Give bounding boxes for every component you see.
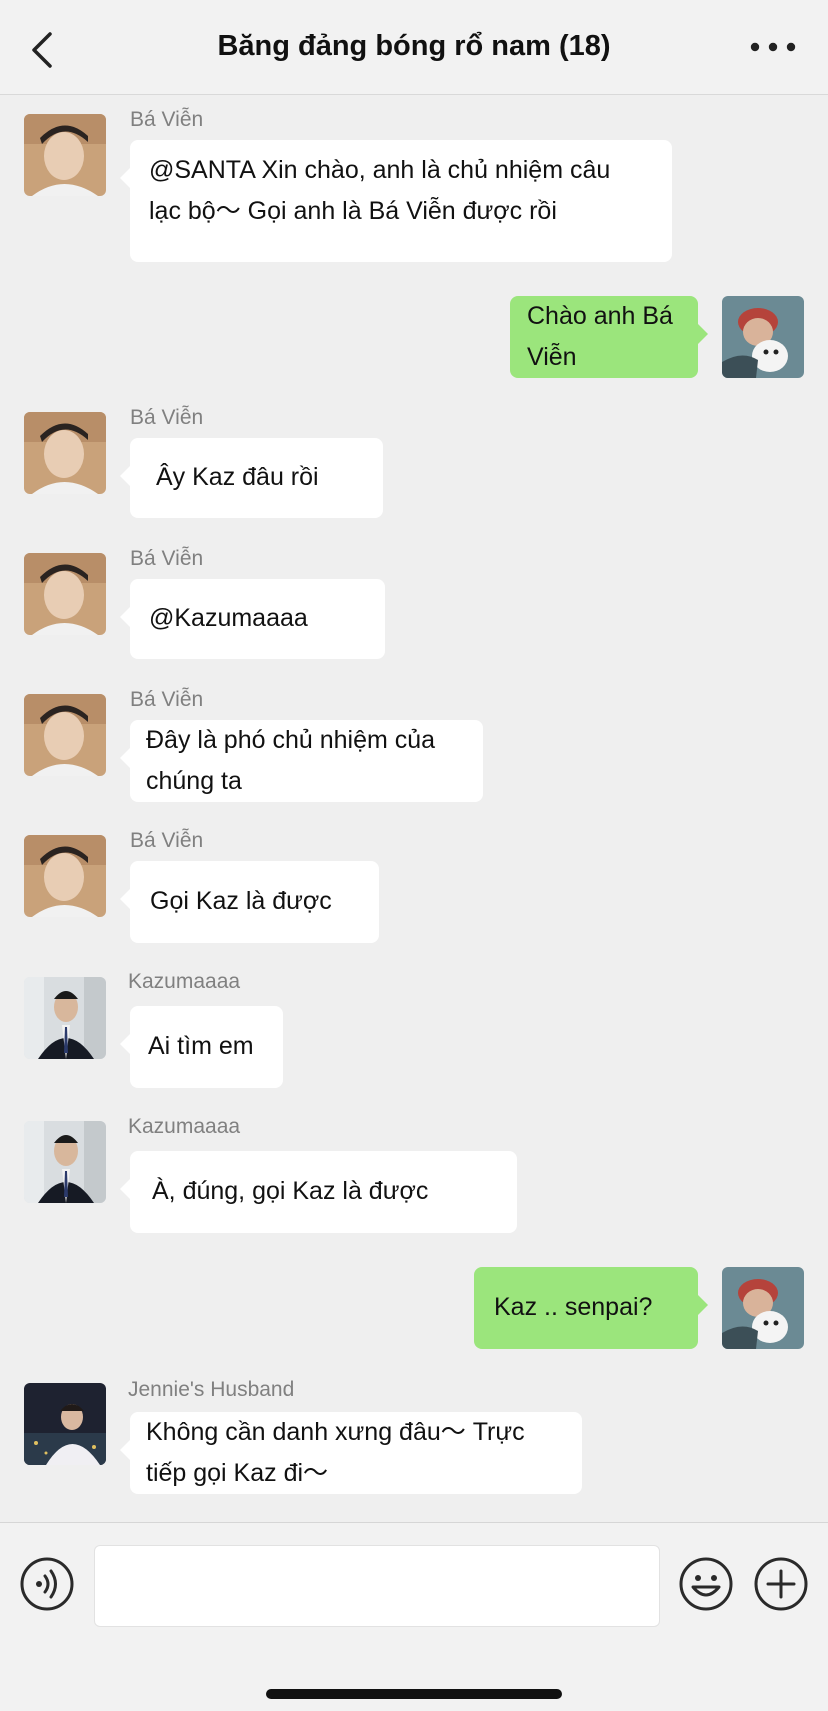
message-bubble[interactable]: Kaz .. senpai?: [474, 1267, 708, 1349]
message-text-line: Không cần danh xưng đâu〜 Trực: [146, 1418, 525, 1446]
message-text-line: À, đúng, gọi Kaz là được: [152, 1177, 429, 1205]
avatar[interactable]: [24, 553, 106, 635]
avatar[interactable]: [24, 977, 106, 1059]
sender-name: Jennie's Husband: [128, 1378, 295, 1401]
emoji-icon[interactable]: [677, 1555, 735, 1613]
ellipsis-icon[interactable]: [748, 40, 798, 54]
message-text-line: Viễn: [527, 343, 577, 371]
message-text-line: @SANTA Xin chào, anh là chủ nhiệm câu: [149, 156, 611, 184]
message-row: Kazumaaaa Ai tìm em: [0, 970, 828, 1088]
avatar[interactable]: [24, 1383, 106, 1465]
message-row: Bá Viễn @Kazumaaaa: [0, 547, 828, 661]
message-row: Kaz .. senpai?: [0, 1267, 828, 1349]
message-bubble[interactable]: Ai tìm em: [120, 1006, 283, 1088]
message-bubble[interactable]: Gọi Kaz là được: [120, 861, 379, 943]
chat-title: Băng đảng bóng rổ nam (18): [217, 30, 611, 62]
message-bubble[interactable]: Không cần danh xưng đâu〜 Trực tiếp gọi K…: [120, 1412, 582, 1494]
avatar[interactable]: [24, 114, 106, 196]
message-text-line: @Kazumaaaa: [149, 604, 308, 632]
my-avatar[interactable]: [722, 1267, 804, 1349]
my-avatar[interactable]: [722, 296, 804, 378]
avatar[interactable]: [24, 694, 106, 776]
plus-icon[interactable]: [752, 1555, 810, 1613]
message-bubble[interactable]: À, đúng, gọi Kaz là được: [120, 1151, 517, 1233]
message-text-line: lạc bộ〜 Gọi anh là Bá Viễn được rồi: [149, 197, 557, 225]
chat-header: Băng đảng bóng rổ nam (18): [0, 0, 828, 95]
voice-icon[interactable]: [18, 1555, 76, 1613]
message-input[interactable]: [94, 1545, 660, 1627]
message-text-line: Đây là phó chủ nhiệm của: [146, 726, 436, 754]
message-text-line: tiếp gọi Kaz đi〜: [146, 1459, 329, 1487]
sender-name: Bá Viễn: [130, 547, 204, 570]
message-text-line: Chào anh Bá: [527, 302, 673, 330]
avatar[interactable]: [24, 835, 106, 917]
message-text-line: chúng ta: [146, 767, 242, 795]
message-bubble[interactable]: Ây Kaz đâu rồi: [120, 438, 383, 518]
sender-name: Kazumaaaa: [128, 1115, 241, 1138]
message-row: Bá Viễn Gọi Kaz là được: [0, 829, 828, 943]
message-bubble[interactable]: @Kazumaaaa: [120, 579, 385, 659]
sender-name: Bá Viễn: [130, 829, 204, 852]
message-text-line: Gọi Kaz là được: [150, 887, 332, 915]
message-text-line: Kaz .. senpai?: [494, 1293, 653, 1321]
message-bubble[interactable]: @SANTA Xin chào, anh là chủ nhiệm câu lạ…: [120, 140, 672, 262]
avatar[interactable]: [24, 412, 106, 494]
message-bubble[interactable]: Chào anh Bá Viễn: [510, 296, 708, 378]
sender-name: Bá Viễn: [130, 406, 204, 429]
input-bar: [0, 1522, 828, 1711]
message-row: Jennie's Husband Không cần danh xưng đâu…: [0, 1378, 828, 1494]
message-bubble[interactable]: Đây là phó chủ nhiệm của chúng ta: [120, 720, 483, 802]
message-row: Bá Viễn Đây là phó chủ nhiệm của chúng t…: [0, 688, 828, 802]
sender-name: Kazumaaaa: [128, 970, 241, 993]
message-row: Bá Viễn @SANTA Xin chào, anh là chủ nhiệ…: [0, 108, 828, 270]
sender-name: Bá Viễn: [130, 688, 204, 711]
message-text-line: Ai tìm em: [148, 1032, 254, 1060]
message-text-line: Ây Kaz đâu rồi: [156, 463, 319, 491]
sender-name: Bá Viễn: [130, 108, 204, 131]
home-indicator[interactable]: [266, 1689, 562, 1699]
message-row: Bá Viễn Ây Kaz đâu rồi: [0, 406, 828, 520]
message-row: Chào anh Bá Viễn: [0, 296, 828, 378]
message-row: Kazumaaaa À, đúng, gọi Kaz là được: [0, 1115, 828, 1233]
avatar[interactable]: [24, 1121, 106, 1203]
